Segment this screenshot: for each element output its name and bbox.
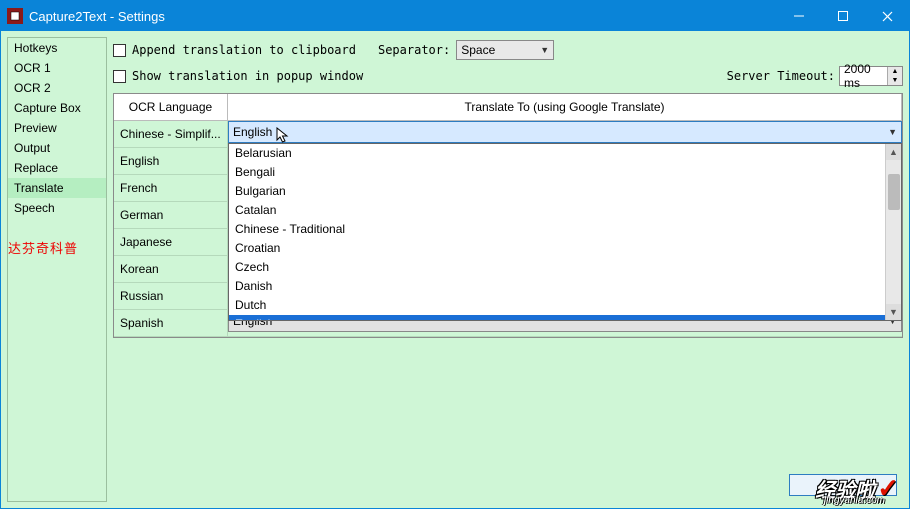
header-translate: Translate To (using Google Translate) (228, 94, 902, 121)
server-label: Server Timeout: (727, 69, 835, 83)
table-header: OCR Language Translate To (using Google … (114, 94, 902, 121)
dropdown-scrollbar[interactable]: ▲▼ (885, 144, 901, 320)
dropdown-item[interactable]: Croatian (229, 239, 885, 258)
language-dropdown: BelarusianBengaliBulgarianCatalanChinese… (228, 143, 902, 321)
ocr-cell: English (114, 148, 228, 174)
sidebar-item-translate[interactable]: Translate (8, 178, 106, 198)
ocr-cell: German (114, 202, 228, 228)
dropdown-item[interactable]: Czech (229, 258, 885, 277)
close-button[interactable] (865, 1, 909, 31)
dropdown-item[interactable]: Bulgarian (229, 182, 885, 201)
watermark-brand: 经验啦 ✓ jingyanla.com (815, 473, 899, 504)
scroll-down-icon[interactable]: ▼ (886, 304, 901, 320)
popup-label: Show translation in popup window (132, 69, 363, 83)
separator-label: Separator: (378, 43, 450, 57)
sidebar-item-ocr-2[interactable]: OCR 2 (8, 78, 106, 98)
ocr-cell: French (114, 175, 228, 201)
translate-combo[interactable]: English ▼ (228, 121, 902, 143)
brand-url: jingyanla.com (824, 495, 885, 506)
scroll-thumb[interactable] (888, 174, 900, 210)
dropdown-item[interactable]: Chinese - Traditional (229, 220, 885, 239)
timeout-value: 2000 ms (840, 62, 887, 90)
ocr-cell: Spanish (114, 310, 228, 336)
scroll-up-icon[interactable]: ▲ (886, 144, 901, 160)
append-checkbox[interactable] (113, 44, 126, 57)
chevron-down-icon: ▼ (888, 127, 897, 137)
option-row-1: Append translation to clipboard Separato… (113, 37, 903, 63)
app-icon (7, 8, 23, 24)
option-row-2: Show translation in popup window Server … (113, 63, 903, 89)
window-title: Capture2Text - Settings (29, 9, 777, 24)
sidebar-item-capture-box[interactable]: Capture Box (8, 98, 106, 118)
minimize-button[interactable] (777, 1, 821, 31)
dropdown-item[interactable]: Bengali (229, 163, 885, 182)
timeout-spinner[interactable]: 2000 ms ▲ ▼ (839, 66, 903, 86)
sidebar-item-speech[interactable]: Speech (8, 198, 106, 218)
translate-table: OCR Language Translate To (using Google … (113, 93, 903, 338)
settings-window: Capture2Text - Settings HotkeysOCR 1OCR … (0, 0, 910, 509)
dropdown-item[interactable]: Dutch (229, 296, 885, 315)
popup-checkbox[interactable] (113, 70, 126, 83)
dropdown-item[interactable]: Catalan (229, 201, 885, 220)
titlebar[interactable]: Capture2Text - Settings (1, 1, 909, 31)
combo-value: English (233, 125, 272, 139)
sidebar-item-output[interactable]: Output (8, 138, 106, 158)
spin-down-icon[interactable]: ▼ (888, 76, 902, 85)
header-ocr: OCR Language (114, 94, 228, 121)
dropdown-item[interactable]: English (229, 315, 885, 320)
append-label: Append translation to clipboard (132, 43, 356, 57)
sidebar-item-hotkeys[interactable]: Hotkeys (8, 38, 106, 58)
ocr-cell: Korean (114, 256, 228, 282)
table-row: Chinese - Simplif...English▼BelarusianBe… (114, 121, 902, 148)
ocr-cell: Japanese (114, 229, 228, 255)
maximize-button[interactable] (821, 1, 865, 31)
spin-up-icon[interactable]: ▲ (888, 67, 902, 76)
chevron-down-icon: ▼ (540, 45, 549, 55)
sidebar-item-preview[interactable]: Preview (8, 118, 106, 138)
ocr-cell: Russian (114, 283, 228, 309)
ocr-cell: Chinese - Simplif... (114, 121, 228, 147)
cursor-icon (276, 127, 290, 148)
translate-cell[interactable]: English▼BelarusianBengaliBulgarianCatala… (228, 121, 902, 147)
body: HotkeysOCR 1OCR 2Capture BoxPreviewOutpu… (1, 31, 909, 508)
separator-value: Space (461, 43, 495, 57)
dropdown-item[interactable]: Belarusian (229, 144, 885, 163)
sidebar-item-ocr-1[interactable]: OCR 1 (8, 58, 106, 78)
dropdown-item[interactable]: Danish (229, 277, 885, 296)
watermark-text: 达芬奇科普 (8, 238, 78, 257)
separator-select[interactable]: Space ▼ (456, 40, 554, 60)
main-panel: Append translation to clipboard Separato… (113, 37, 903, 502)
sidebar: HotkeysOCR 1OCR 2Capture BoxPreviewOutpu… (7, 37, 107, 502)
sidebar-item-replace[interactable]: Replace (8, 158, 106, 178)
server-timeout: Server Timeout: 2000 ms ▲ ▼ (727, 66, 903, 86)
